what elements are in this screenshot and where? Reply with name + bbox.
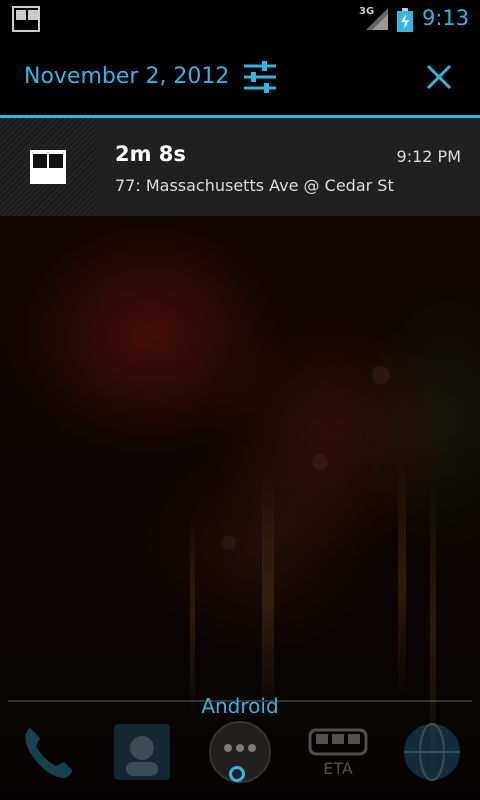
eta-app-icon[interactable]: ETA [306, 720, 370, 784]
battery-charging-icon [397, 8, 413, 32]
notification-date: November 2, 2012 [24, 64, 230, 89]
transit-app-icon [30, 150, 66, 184]
notification-icon-area [0, 118, 96, 216]
eta-label: ETA [323, 759, 353, 778]
wallpaper-bokeh [312, 454, 328, 470]
clear-all-icon[interactable] [422, 60, 456, 94]
notification-time: 9:12 PM [396, 147, 461, 166]
browser-app-icon[interactable] [400, 720, 464, 784]
settings-sliders-icon[interactable] [240, 60, 280, 94]
wallpaper-streak [190, 516, 195, 716]
wallpaper-streak [398, 466, 406, 696]
notification-content: 2m 8s 9:12 PM 77: Massachusetts Ave @ Ce… [96, 118, 480, 216]
status-clock: 9:13 [422, 6, 470, 30]
notification-body: 77: Massachusetts Ave @ Cedar St [115, 176, 394, 195]
notification-app-icon [12, 6, 40, 32]
wallpaper-bokeh [372, 366, 390, 384]
home-page-indicator [229, 766, 245, 782]
phone-app-icon[interactable] [16, 720, 80, 784]
wallpaper-streak [262, 476, 274, 726]
status-bar[interactable]: 3G 9:13 [0, 0, 480, 40]
signal-icon [366, 8, 388, 30]
folder-label[interactable]: Android [0, 694, 480, 718]
notification-item[interactable]: 2m 8s 9:12 PM 77: Massachusetts Ave @ Ce… [0, 118, 480, 216]
wallpaper-bokeh [222, 536, 236, 550]
contacts-app-icon[interactable] [110, 720, 174, 784]
notification-title: 2m 8s [115, 142, 186, 166]
